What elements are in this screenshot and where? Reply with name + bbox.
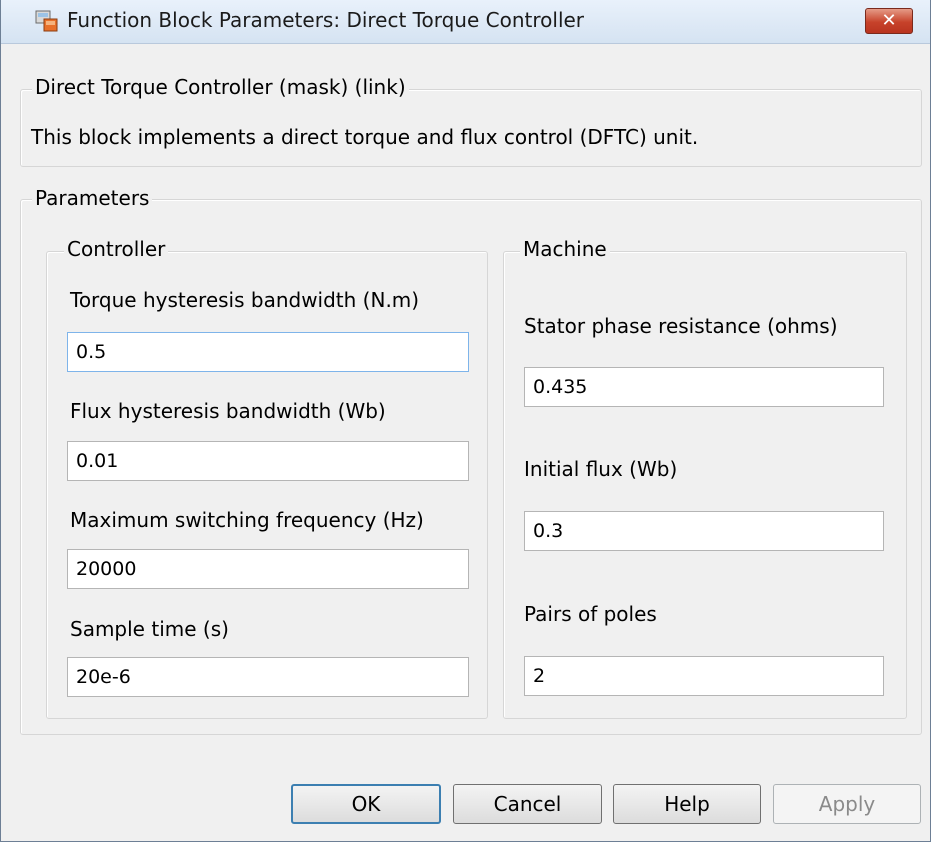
mask-description: This block implements a direct torque an… bbox=[31, 125, 699, 149]
controller-panel bbox=[46, 251, 488, 719]
parameters-group-title: Parameters bbox=[32, 186, 153, 210]
torque-hysteresis-input[interactable]: 0.5 bbox=[67, 332, 469, 372]
sample-time-input[interactable]: 20e-6 bbox=[67, 657, 469, 697]
sample-time-label: Sample time (s) bbox=[70, 617, 229, 641]
title-bar[interactable]: Function Block Parameters: Direct Torque… bbox=[1, 0, 930, 44]
stator-resistance-label: Stator phase resistance (ohms) bbox=[524, 314, 838, 338]
controller-panel-title: Controller bbox=[64, 237, 169, 261]
flux-hysteresis-input[interactable]: 0.01 bbox=[67, 441, 469, 481]
max-switching-frequency-input[interactable]: 20000 bbox=[67, 549, 469, 589]
ok-button[interactable]: OK bbox=[291, 784, 441, 824]
pole-pairs-label: Pairs of poles bbox=[524, 602, 657, 626]
window-title: Function Block Parameters: Direct Torque… bbox=[67, 8, 585, 32]
torque-hysteresis-label: Torque hysteresis bandwidth (N.m) bbox=[70, 288, 420, 312]
initial-flux-label: Initial flux (Wb) bbox=[524, 457, 678, 481]
max-switching-frequency-label: Maximum switching frequency (Hz) bbox=[70, 508, 424, 532]
close-button[interactable]: ✕ bbox=[865, 8, 913, 34]
initial-flux-input[interactable]: 0.3 bbox=[524, 511, 884, 551]
apply-button[interactable]: Apply bbox=[773, 784, 921, 824]
help-button[interactable]: Help bbox=[613, 784, 761, 824]
mask-group-title: Direct Torque Controller (mask) (link) bbox=[32, 75, 409, 99]
machine-panel-title: Machine bbox=[520, 237, 610, 261]
pole-pairs-input[interactable]: 2 bbox=[524, 656, 884, 696]
close-icon: ✕ bbox=[881, 10, 897, 31]
flux-hysteresis-label: Flux hysteresis bandwidth (Wb) bbox=[70, 399, 386, 423]
simulink-app-icon bbox=[35, 9, 59, 33]
cancel-button[interactable]: Cancel bbox=[453, 784, 602, 824]
dialog-window: Function Block Parameters: Direct Torque… bbox=[0, 0, 931, 842]
stator-resistance-input[interactable]: 0.435 bbox=[524, 367, 884, 407]
